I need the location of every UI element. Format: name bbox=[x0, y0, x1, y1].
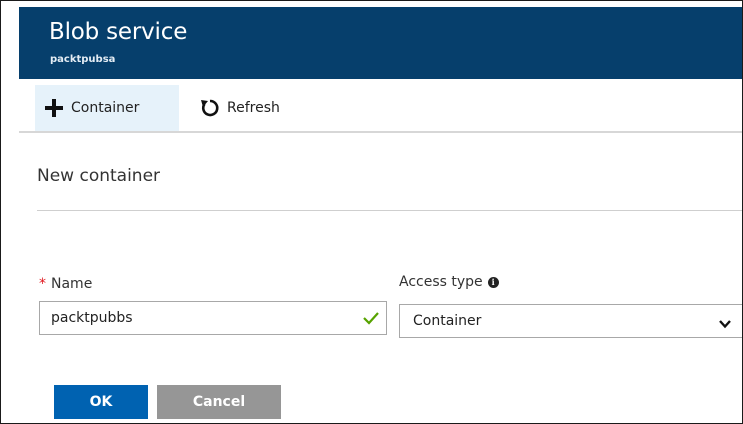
chevron-down-icon bbox=[718, 315, 732, 329]
access-type-label: Access type i bbox=[399, 273, 499, 291]
panel-divider bbox=[37, 210, 742, 211]
ok-button[interactable]: OK bbox=[54, 385, 148, 419]
refresh-label: Refresh bbox=[227, 100, 280, 116]
name-field bbox=[39, 301, 387, 335]
required-marker: * bbox=[39, 276, 46, 292]
name-input[interactable] bbox=[40, 302, 350, 334]
panel-title: New container bbox=[37, 166, 161, 186]
access-type-value: Container bbox=[413, 313, 482, 329]
plus-icon bbox=[43, 97, 65, 119]
blade-header: Blob service packtpubsa bbox=[19, 7, 742, 79]
page-title: Blob service bbox=[49, 19, 188, 45]
cancel-button[interactable]: Cancel bbox=[157, 385, 281, 419]
page-subtitle: packtpubsa bbox=[50, 54, 116, 65]
info-icon[interactable]: i bbox=[487, 276, 499, 288]
access-type-label-text: Access type bbox=[399, 274, 483, 290]
refresh-icon bbox=[199, 97, 221, 119]
checkmark-icon bbox=[362, 310, 380, 326]
add-container-label: Container bbox=[71, 100, 140, 116]
refresh-button[interactable]: Refresh bbox=[191, 85, 301, 131]
name-label-text: Name bbox=[51, 276, 93, 292]
app-window: Blob service packtpubsa Container Refres… bbox=[0, 0, 743, 424]
command-toolbar: Container Refresh bbox=[19, 80, 742, 133]
access-type-select[interactable]: Container bbox=[399, 304, 742, 338]
add-container-button[interactable]: Container bbox=[35, 85, 179, 131]
name-label: * Name bbox=[39, 275, 92, 293]
